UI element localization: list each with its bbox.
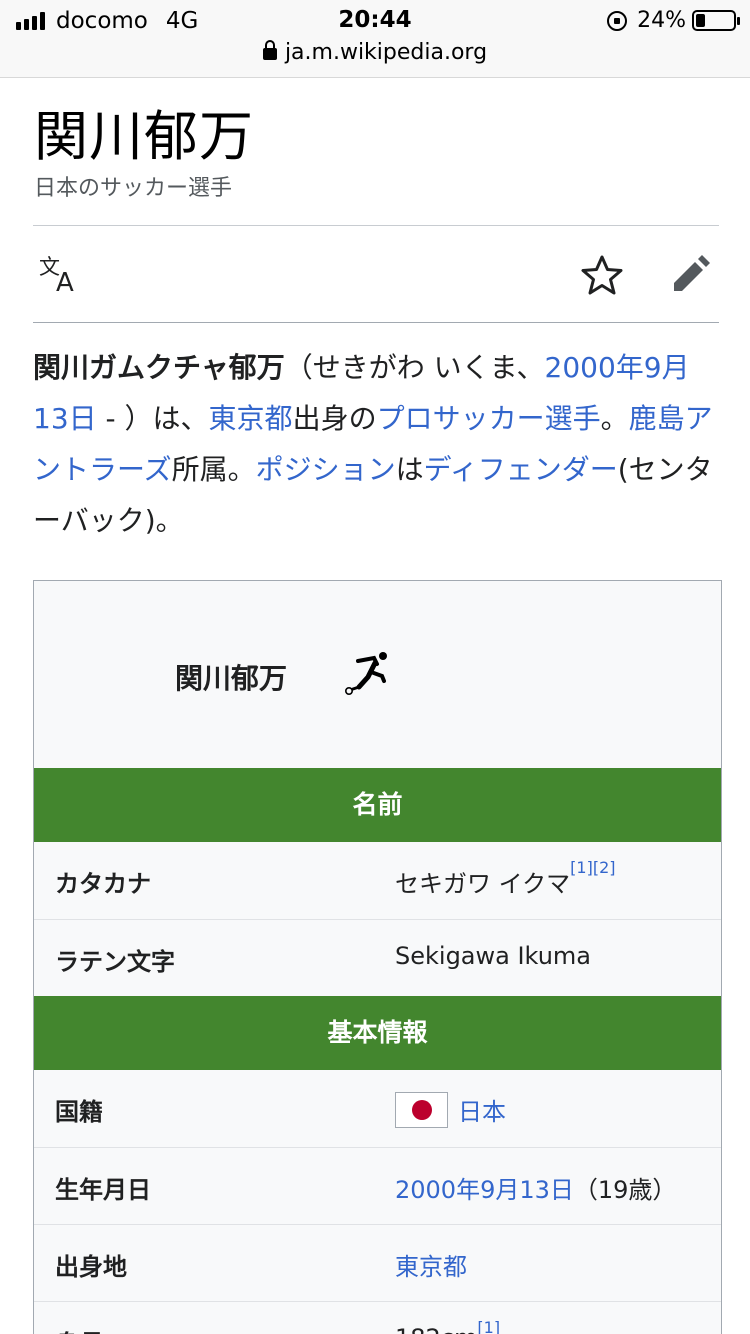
label-height: 身長: [55, 1324, 103, 1334]
infobox-header: 関川郁万: [34, 581, 721, 768]
row-height: 身長 182cm[1]: [34, 1301, 721, 1334]
ref-1[interactable]: [1]: [570, 858, 593, 877]
value-katakana: セキガワ イクマ[1][2]: [395, 858, 616, 899]
label-nationality: 国籍: [55, 1098, 103, 1126]
link-japan[interactable]: 日本: [458, 1098, 506, 1126]
label-katakana: カタカナ: [55, 870, 151, 898]
value-height: 182cm[1]: [395, 1318, 500, 1334]
page-title: 関川郁万: [34, 105, 254, 168]
battery-percent: 24%: [637, 8, 686, 33]
address-bar[interactable]: ja.m.wikipedia.org: [0, 40, 750, 65]
label-latin: ラテン文字: [55, 948, 175, 976]
age-text: （19歳）: [573, 1176, 677, 1204]
lead-text: 所属。: [171, 453, 256, 486]
label-birthplace: 出身地: [55, 1253, 127, 1281]
link-tokyo[interactable]: 東京都: [209, 402, 293, 435]
link-position[interactable]: ポジション: [256, 453, 396, 486]
star-icon[interactable]: [579, 253, 625, 297]
lead-text: は: [395, 453, 424, 486]
lead-text: 出身の: [292, 402, 377, 435]
infobox: 関川郁万 名前 カタカナ セキガワ イクマ[1][2] ラテン文字 Sekiga…: [33, 580, 722, 1334]
value-latin: Sekigawa Ikuma: [395, 942, 592, 970]
link-pro-soccer-player[interactable]: プロサッカー選手: [377, 402, 601, 435]
ref-2[interactable]: [2]: [593, 858, 616, 877]
lead-paragraph: 関川ガムクチャ郁万（せきがわ いくま、2000年9月13日 - ）は、東京都出身…: [33, 342, 723, 546]
katakana-text: セキガワ イクマ: [395, 870, 571, 898]
ref-1[interactable]: [1]: [477, 1318, 500, 1334]
value-birthdate: 2000年9月13日（19歳）: [395, 1170, 676, 1205]
svg-text:A: A: [56, 268, 74, 294]
label-birthdate: 生年月日: [55, 1176, 151, 1204]
section-header-basic-info: 基本情報: [34, 996, 721, 1070]
divider: [33, 225, 719, 226]
lead-text: （せきがわ いくま、: [284, 351, 545, 384]
lead-bold-name: 関川ガムクチャ郁万: [33, 351, 285, 384]
row-nationality: 国籍 日本: [34, 1070, 721, 1147]
status-right: 24%: [607, 8, 740, 33]
lead-text: - ）は、: [96, 402, 209, 435]
page-description: 日本のサッカー選手: [34, 176, 233, 201]
row-katakana: カタカナ セキガワ イクマ[1][2]: [34, 842, 721, 919]
language-icon[interactable]: 文 A: [38, 254, 84, 298]
link-defender[interactable]: ディフェンダー: [424, 453, 618, 486]
japan-flag-icon[interactable]: [395, 1092, 448, 1128]
link-birthplace[interactable]: 東京都: [395, 1253, 467, 1281]
row-latin: ラテン文字 Sekigawa Ikuma: [34, 919, 721, 996]
edit-pencil-icon[interactable]: [668, 253, 712, 297]
value-birthplace: 東京都: [395, 1247, 467, 1282]
height-text: 182cm: [395, 1324, 477, 1334]
row-birthplace: 出身地 東京都: [34, 1224, 721, 1301]
section-header-name: 名前: [34, 768, 721, 842]
value-nationality: 日本: [395, 1092, 506, 1131]
row-birthdate: 生年月日 2000年9月13日（19歳）: [34, 1147, 721, 1224]
lock-icon: [262, 40, 277, 60]
lead-text: 。: [600, 402, 629, 435]
soccer-player-icon: [344, 647, 394, 699]
infobox-name: 関川郁万: [175, 662, 288, 695]
link-birth-date[interactable]: 2000年9月13日: [395, 1176, 574, 1204]
status-bar: docomo 4G 20:44 24% ja.m.wikipedia.org: [0, 0, 750, 78]
url-text: ja.m.wikipedia.org: [284, 40, 488, 65]
battery-icon: [692, 10, 740, 31]
divider: [33, 322, 719, 323]
rotation-lock-icon: [607, 10, 628, 31]
